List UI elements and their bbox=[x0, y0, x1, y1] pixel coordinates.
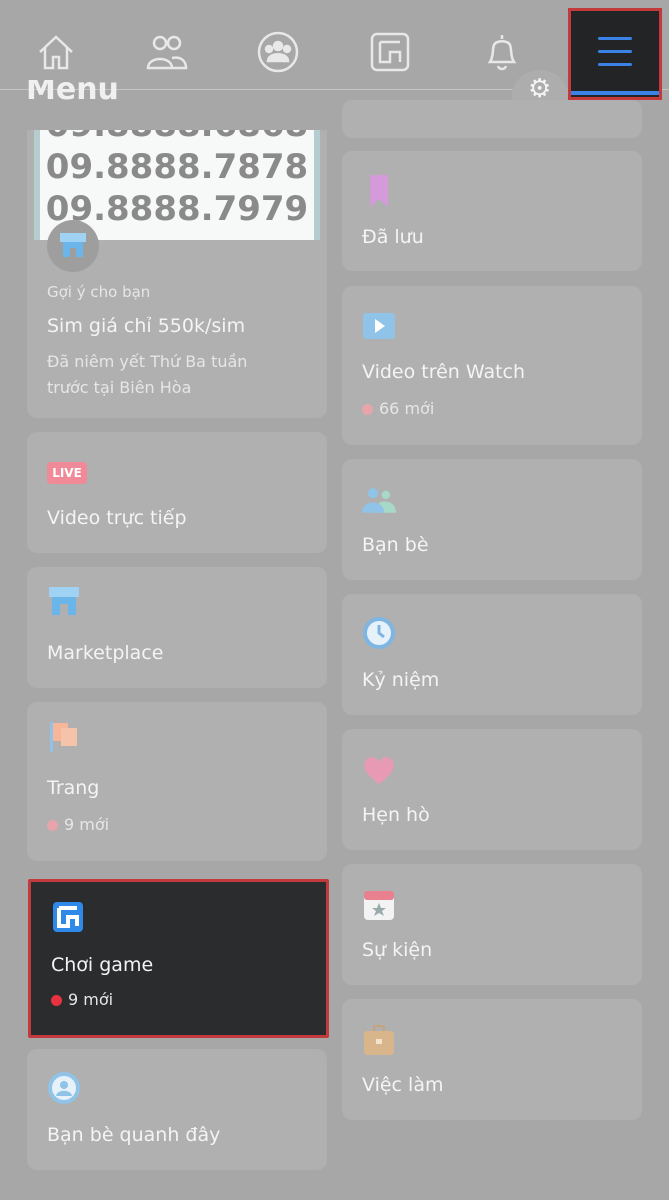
menu-item-label: Chơi game bbox=[51, 954, 154, 976]
calendar-icon bbox=[364, 891, 394, 920]
clock-icon bbox=[363, 617, 395, 649]
menu-item-nearby-friends[interactable]: Bạn bè quanh đây bbox=[27, 1049, 327, 1170]
menu-item-label: Sự kiện bbox=[362, 939, 433, 961]
menu-item-friends[interactable]: Bạn bè bbox=[342, 459, 642, 580]
heart-icon bbox=[364, 757, 394, 784]
menu-item-label: Video trên Watch bbox=[362, 361, 526, 383]
active-tab-indicator bbox=[571, 91, 659, 95]
hamburger-menu-icon bbox=[598, 37, 632, 40]
menu-item-marketplace[interactable]: Marketplace bbox=[27, 567, 327, 688]
menu-item-saved[interactable]: Đã lưu bbox=[342, 151, 642, 271]
menu-item-events[interactable]: Sự kiện bbox=[342, 864, 642, 985]
menu-item-jobs[interactable]: Việc làm bbox=[342, 999, 642, 1120]
menu-item-watch[interactable]: Video trên Watch 66 mới bbox=[342, 286, 642, 445]
marketplace-icon bbox=[49, 587, 79, 615]
menu-item-label: Đã lưu bbox=[362, 226, 424, 248]
flag-icon bbox=[50, 722, 77, 752]
live-badge-icon: LIVE bbox=[47, 462, 87, 484]
new-count: 9 mới bbox=[51, 990, 113, 1009]
suggested-ad-card[interactable]: 09.8888.6868 09.8888.7878 09.8888.7979 G… bbox=[27, 130, 327, 418]
menu-item-memories[interactable]: Kỷ niệm bbox=[342, 594, 642, 715]
briefcase-icon bbox=[364, 1025, 394, 1055]
gaming-icon[interactable] bbox=[368, 30, 412, 74]
menu-item-gaming[interactable]: Chơi game 9 mới bbox=[28, 879, 329, 1038]
menu-item-label: Video trực tiếp bbox=[47, 507, 187, 529]
hamburger-menu-icon bbox=[598, 50, 632, 53]
video-play-icon bbox=[363, 313, 395, 339]
menu-item-live-video[interactable]: LIVE Video trực tiếp bbox=[27, 432, 327, 553]
new-count: 66 mới bbox=[362, 399, 434, 418]
menu-item-dating[interactable]: Hẹn hò bbox=[342, 729, 642, 850]
ad-title: Sim giá chỉ 550k/sim bbox=[47, 315, 246, 337]
menu-item-label: Hẹn hò bbox=[362, 804, 430, 826]
page-title: Menu bbox=[26, 80, 119, 107]
ad-label: Gợi ý cho bạn bbox=[47, 283, 151, 301]
friends-icon bbox=[362, 488, 396, 513]
menu-item-label: Việc làm bbox=[362, 1074, 444, 1096]
friends-icon[interactable] bbox=[145, 30, 189, 74]
menu-item-pages[interactable]: Trang 9 mới bbox=[27, 702, 327, 861]
ad-description: Đã niêm yết Thứ Ba tuần trước tại Biên H… bbox=[47, 352, 248, 397]
home-icon[interactable] bbox=[34, 30, 78, 74]
marketplace-icon bbox=[47, 220, 99, 272]
gaming-icon bbox=[53, 902, 83, 932]
menu-item-label: Bạn bè quanh đây bbox=[47, 1124, 221, 1146]
menu-item-label: Kỷ niệm bbox=[362, 669, 440, 691]
groups-icon[interactable] bbox=[256, 30, 300, 74]
menu-card-partial[interactable] bbox=[342, 100, 642, 138]
hamburger-menu-icon bbox=[598, 63, 632, 66]
nearby-friends-icon bbox=[48, 1072, 80, 1104]
bookmark-icon bbox=[370, 175, 388, 207]
new-count: 9 mới bbox=[47, 815, 109, 834]
bell-icon[interactable] bbox=[480, 30, 524, 74]
menu-item-label: Marketplace bbox=[47, 642, 164, 664]
menu-item-label: Trang bbox=[47, 777, 100, 799]
menu-item-label: Bạn bè bbox=[362, 534, 429, 556]
menu-tab-button[interactable] bbox=[568, 8, 662, 100]
